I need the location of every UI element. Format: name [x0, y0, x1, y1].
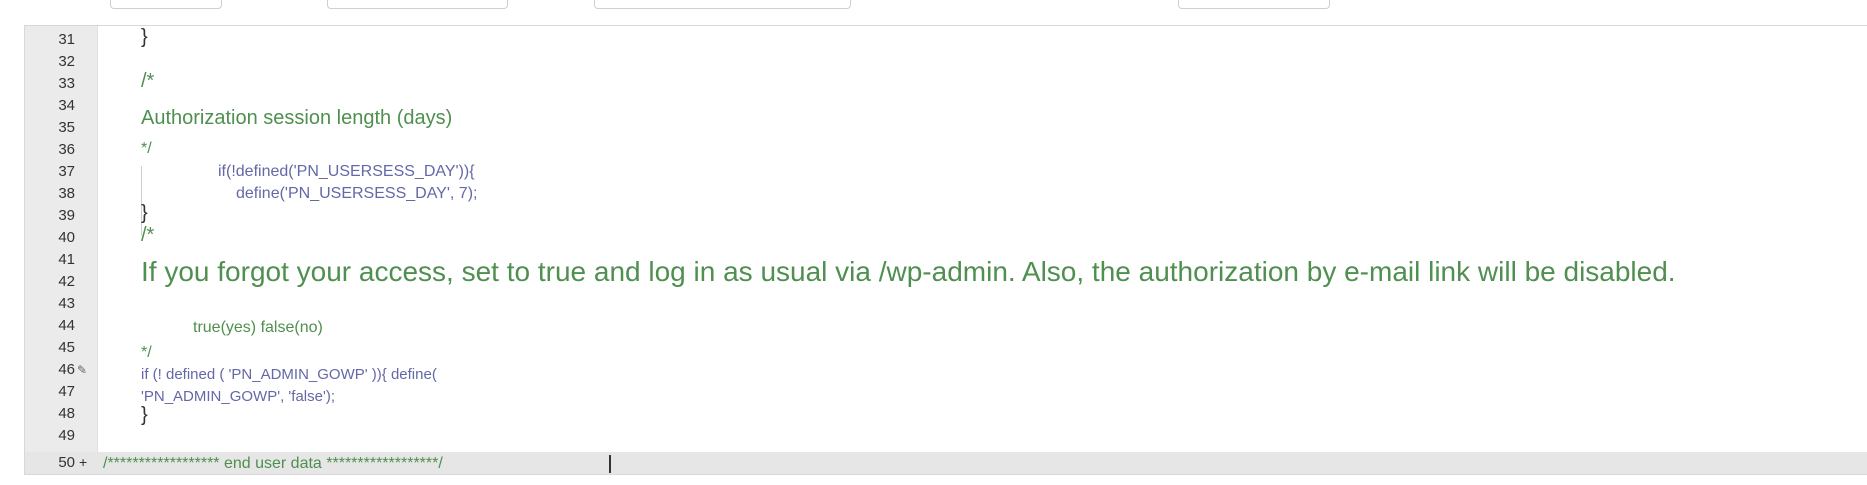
line-number: 33 — [58, 75, 75, 92]
line-number: 40 — [58, 229, 75, 246]
line-number: 39 — [58, 207, 75, 224]
line-number: 44 — [58, 317, 75, 334]
toolbar-tab-4[interactable] — [1178, 0, 1330, 9]
line-number: 47 — [58, 383, 75, 400]
code-line-39[interactable]: } — [141, 202, 148, 225]
code-editor[interactable]: 31 32 33 34 35 36 37 38 39 40 41 42 43 4… — [24, 25, 1867, 475]
code-line-40[interactable]: /* — [141, 224, 154, 247]
line-number: 35 — [58, 119, 75, 136]
line-number: 36 — [58, 141, 75, 158]
code-line-36[interactable]: */ — [141, 140, 152, 158]
line-number: 38 — [58, 185, 75, 202]
code-line-33[interactable]: /* — [141, 70, 154, 93]
line-number: 45 — [58, 339, 75, 356]
line-number: 37 — [58, 163, 75, 180]
line-number: 50 — [58, 454, 75, 471]
edit-pencil-icon: ✎ — [77, 363, 88, 377]
line-number: 41 — [58, 251, 75, 268]
line-number: 48 — [58, 405, 75, 422]
code-line-48[interactable]: } — [141, 404, 148, 427]
code-line-50[interactable]: /****************** end user data ******… — [103, 455, 443, 473]
line-number: 42 — [58, 273, 75, 290]
code-line-38[interactable]: define('PN_USERSESS_DAY', 7); — [236, 185, 477, 203]
toolbar-tab-1[interactable] — [110, 0, 222, 9]
code-line-44[interactable]: true(yes) false(no) — [193, 319, 323, 337]
code-line-35[interactable]: Authorization session length (days) — [141, 107, 452, 130]
code-line-42[interactable]: If you forgot your access, set to true a… — [141, 256, 1676, 288]
code-line-46[interactable]: if (! defined ( 'PN_ADMIN_GOWP' )){ defi… — [141, 366, 437, 383]
line-number: 46 — [58, 361, 75, 378]
line-gutter: 31 32 33 34 35 36 37 38 39 40 41 42 43 4… — [25, 26, 98, 474]
toolbar-tab-2[interactable] — [327, 0, 508, 9]
line-number: 49 — [58, 427, 75, 444]
text-cursor — [609, 455, 611, 473]
code-line-37[interactable]: if(!defined('PN_USERSESS_DAY')){ — [218, 163, 475, 181]
code-line-47[interactable]: 'PN_ADMIN_GOWP', 'false'); — [141, 388, 335, 405]
line-number: 43 — [58, 295, 75, 312]
line-number: 32 — [58, 53, 75, 70]
fold-toggle-icon[interactable]: + — [79, 454, 87, 470]
toolbar-tab-3[interactable] — [594, 0, 851, 9]
line-number: 31 — [58, 31, 75, 48]
code-line-31[interactable]: } — [141, 26, 148, 49]
code-line-45[interactable]: */ — [141, 344, 152, 362]
line-number: 34 — [58, 97, 75, 114]
